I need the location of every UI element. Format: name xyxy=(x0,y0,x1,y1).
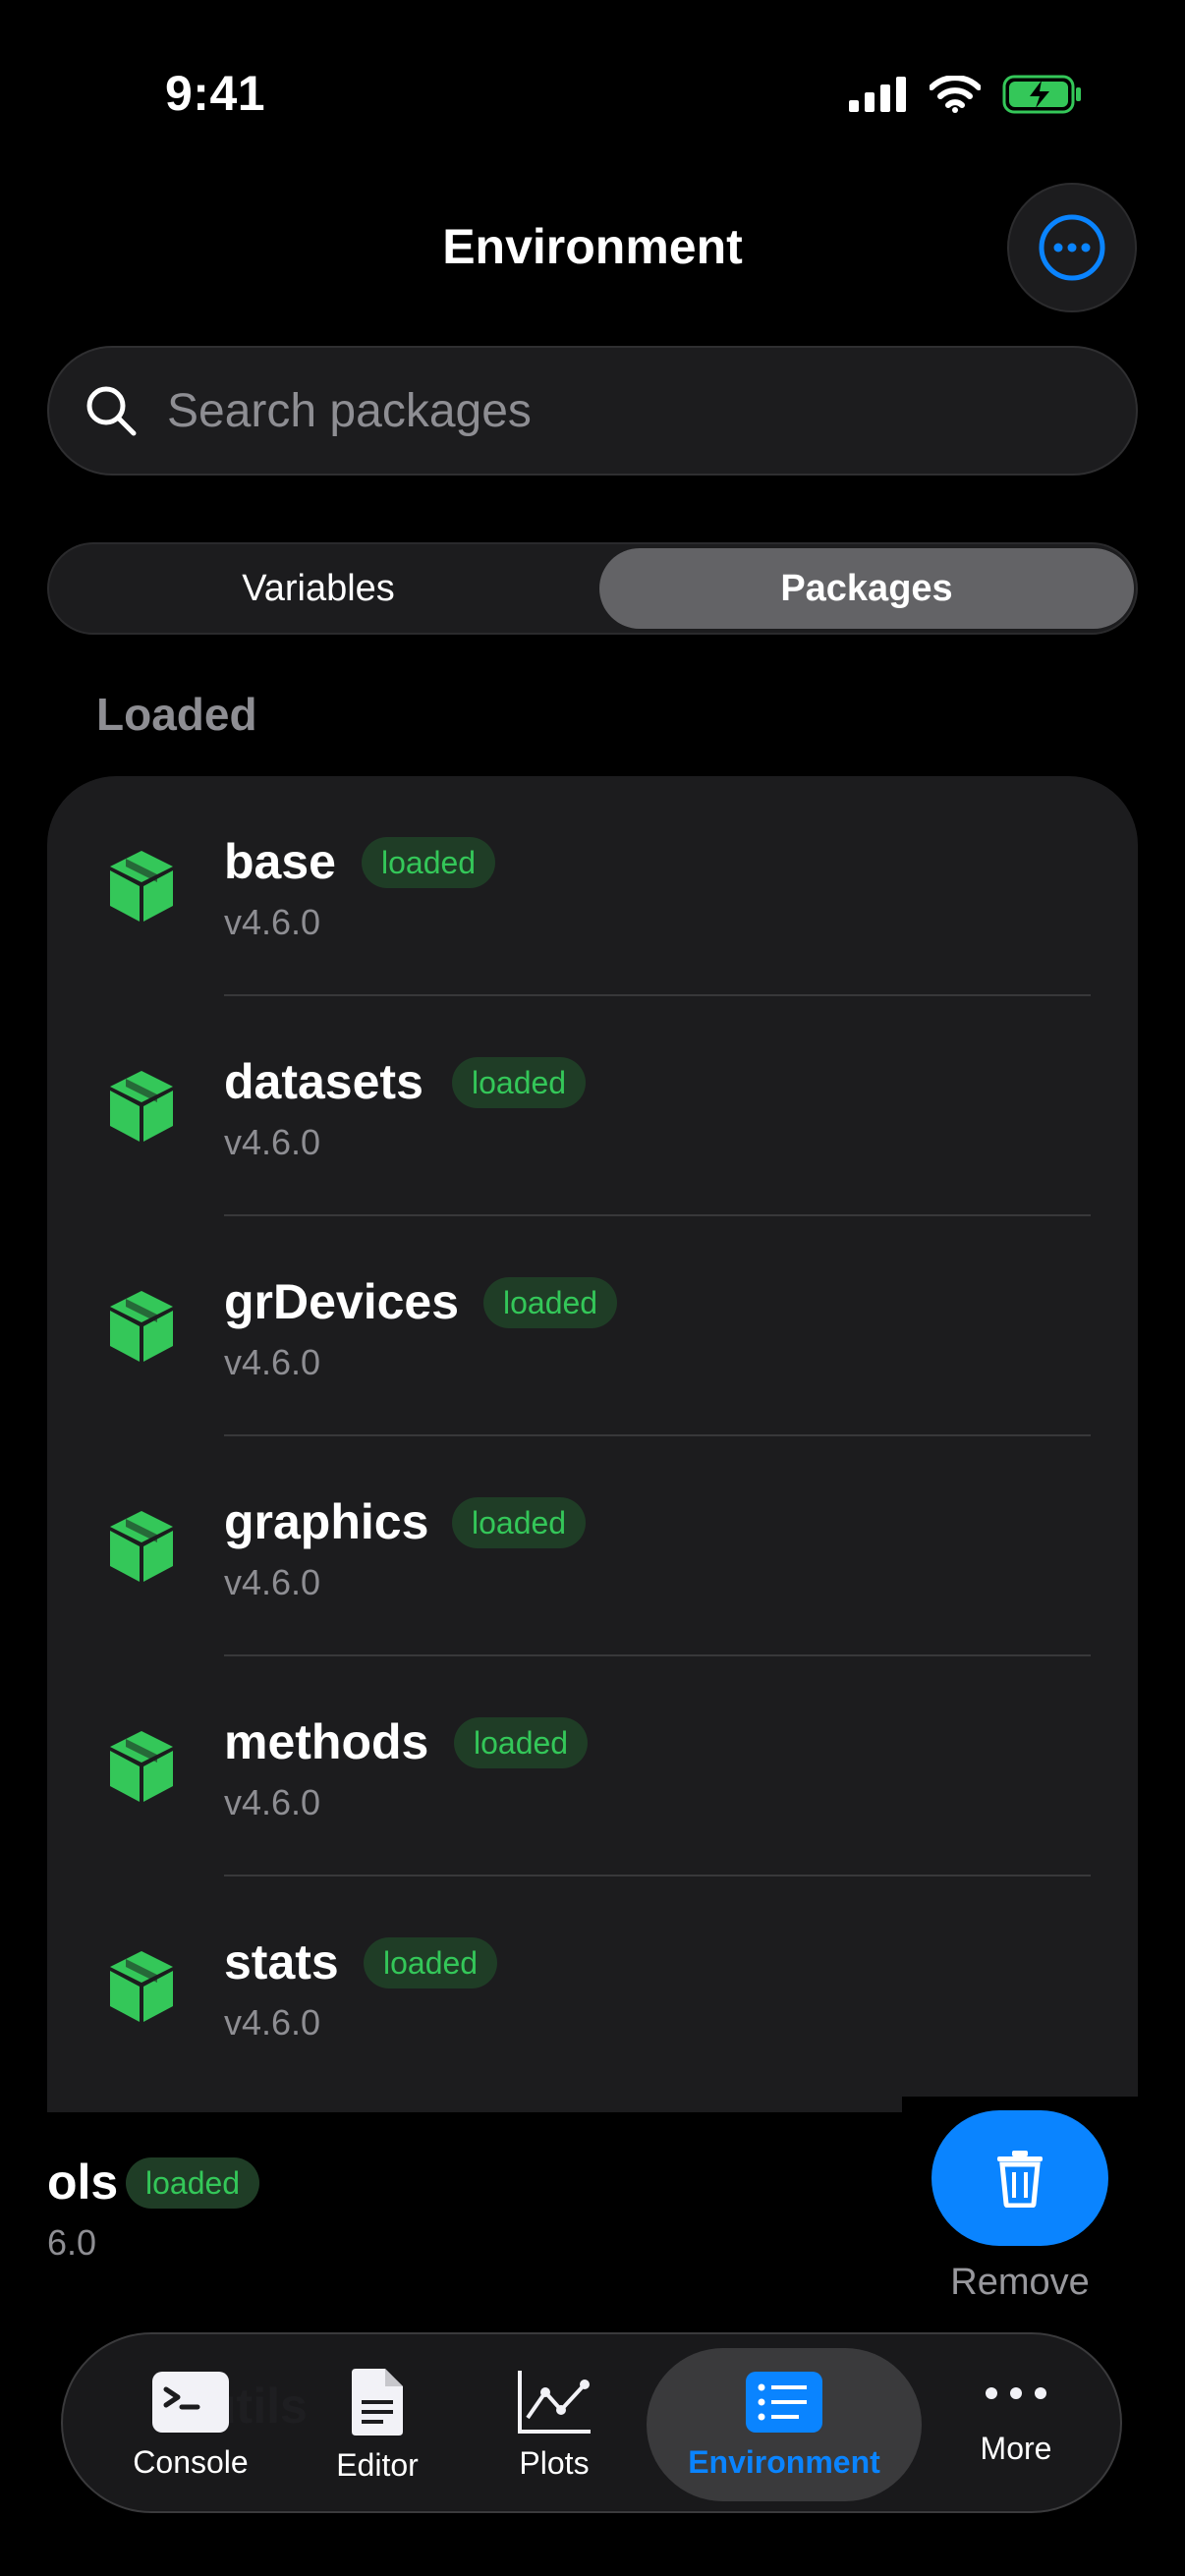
package-box-icon xyxy=(110,1731,173,1802)
document-icon xyxy=(352,2368,403,2436)
package-name: grDevices xyxy=(224,1274,460,1329)
status-badge: loaded xyxy=(452,1057,587,1108)
tab-label: Environment xyxy=(688,2443,880,2480)
ellipsis-circle-icon xyxy=(1039,214,1105,281)
terminal-icon xyxy=(152,2371,229,2433)
more-options-button[interactable] xyxy=(1007,183,1137,312)
package-box-icon xyxy=(110,1071,173,1142)
segment-variables[interactable]: Variables xyxy=(53,548,584,629)
package-version: v4.6.0 xyxy=(224,1122,321,1162)
package-list: base loaded v4.6.0 datasets loaded v4.6.… xyxy=(47,776,1138,2112)
package-box-icon xyxy=(110,1511,173,1582)
swiped-package-version: 6.0 xyxy=(47,2222,97,2263)
tab-bar: Console Editor Plots Environment More xyxy=(61,2332,1122,2513)
line-chart-icon xyxy=(518,2370,591,2434)
trash-icon xyxy=(997,2151,1043,2208)
package-name: graphics xyxy=(224,1494,429,1549)
remove-label: Remove xyxy=(950,2262,1090,2303)
battery-charging-icon xyxy=(1002,75,1081,114)
ellipsis-icon xyxy=(986,2386,1046,2399)
swiped-package-name[interactable]: ols xyxy=(47,2154,118,2211)
cellular-signal-icon xyxy=(849,77,906,112)
package-row[interactable]: base loaded v4.6.0 xyxy=(47,776,1138,996)
status-icons xyxy=(849,75,1083,114)
wifi-icon xyxy=(930,76,981,113)
list-icon xyxy=(746,2371,822,2433)
package-version: v4.6.0 xyxy=(224,1562,321,1602)
tab-label: More xyxy=(980,2430,1052,2466)
remove-button[interactable] xyxy=(931,2110,1108,2246)
tab-label: Editor xyxy=(336,2446,419,2483)
tab-label: Console xyxy=(133,2443,249,2480)
package-row[interactable]: grDevices loaded v4.6.0 xyxy=(47,1216,1138,1436)
status-badge: loaded xyxy=(454,1717,589,1768)
search-icon xyxy=(86,386,137,436)
search-input[interactable] xyxy=(167,383,1051,438)
package-name: datasets xyxy=(224,1054,423,1109)
package-row[interactable]: methods loaded v4.6.0 xyxy=(47,1656,1138,1876)
status-badge: loaded xyxy=(483,1277,618,1328)
section-header-loaded: Loaded xyxy=(96,689,257,740)
status-badge: loaded xyxy=(362,837,496,888)
package-version: v4.6.0 xyxy=(224,2002,321,2043)
package-box-icon xyxy=(110,1951,173,2022)
tab-editor[interactable]: Editor xyxy=(299,2334,456,2515)
environment-screen: 9:41 Environment Search packages Variabl… xyxy=(0,0,1185,2576)
tab-label: Plots xyxy=(519,2444,590,2481)
status-badge: loaded xyxy=(452,1497,587,1548)
status-badge: loaded xyxy=(126,2157,260,2209)
package-version: v4.6.0 xyxy=(224,1782,321,1822)
swipe-action-area: Remove xyxy=(902,2097,1138,2317)
package-box-icon xyxy=(110,1291,173,1362)
package-row[interactable]: datasets loaded v4.6.0 xyxy=(47,996,1138,1216)
status-badge: loaded xyxy=(364,1937,498,1988)
package-row[interactable]: stats loaded v4.6.0 xyxy=(47,1876,1138,2097)
tab-plots[interactable]: Plots xyxy=(476,2334,633,2515)
package-name: stats xyxy=(224,1934,339,1989)
tab-console[interactable]: Console xyxy=(102,2334,279,2515)
segment-packages[interactable]: Packages xyxy=(599,548,1134,629)
status-time: 9:41 xyxy=(165,66,266,121)
package-box-icon xyxy=(110,851,173,922)
package-name: methods xyxy=(224,1714,429,1769)
segmented-control: Variables Packages xyxy=(47,542,1138,635)
search-bar xyxy=(47,346,1138,476)
package-version: v4.6.0 xyxy=(224,902,321,942)
tab-environment[interactable]: Environment xyxy=(647,2334,922,2515)
package-name: base xyxy=(224,834,336,889)
package-version: v4.6.0 xyxy=(224,1342,321,1382)
tab-more[interactable]: More xyxy=(937,2334,1095,2515)
package-row[interactable]: graphics loaded v4.6.0 xyxy=(47,1436,1138,1656)
